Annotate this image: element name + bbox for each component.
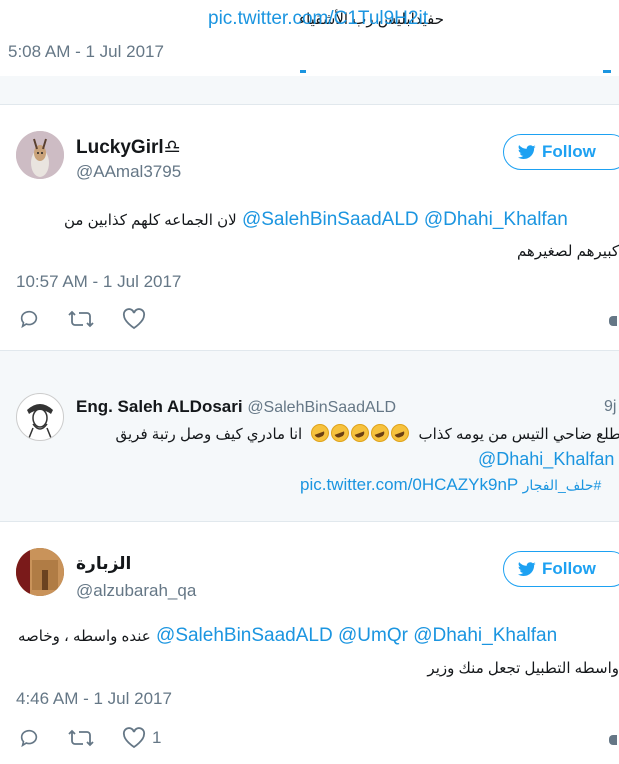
- rofl-emoji-icon: [351, 424, 370, 442]
- rofl-emoji-icon: [331, 424, 350, 442]
- top-tweet-timestamp[interactable]: 5:08 AM - 1 Jul 2017: [8, 42, 164, 62]
- tweet-timestamp[interactable]: 4:46 AM - 1 Jul 2017: [16, 689, 172, 709]
- avatar[interactable]: [16, 548, 64, 596]
- quoted-links: pic.twitter.com/0HCAZYk9nP #حلف_الفجار: [300, 475, 601, 495]
- reply-button[interactable]: [18, 727, 40, 749]
- top-tweet-link-fragment: [300, 70, 306, 73]
- retweet-button[interactable]: [68, 308, 94, 330]
- avatar[interactable]: [16, 131, 64, 179]
- more-icon[interactable]: [609, 316, 617, 326]
- tweet-text-line1: لان الجماعه كلهم كذابين من @SalehBinSaad…: [64, 209, 568, 231]
- quoted-pic-link[interactable]: pic.twitter.com/0HCAZYk9nP: [300, 475, 518, 494]
- top-tweet-link-fragment-right: [603, 70, 611, 73]
- quoted-text-right: طلع ضاحي التيس من يومه كذاب: [418, 426, 619, 443]
- tweet-arabic-text: لان الجماعه كلهم كذابين من: [64, 212, 237, 229]
- like-button[interactable]: 1: [122, 727, 161, 749]
- follow-label: Follow: [542, 559, 596, 578]
- mention-links[interactable]: @SalehBinSaadALD @UmQr @Dhahi_Khalfan: [156, 625, 557, 646]
- quoted-mention[interactable]: @Dhahi_Khalfan: [478, 449, 614, 470]
- quoted-text-line1: طلع ضاحي التيس من يومه كذاب انا مادري كي…: [115, 424, 619, 443]
- mention-links[interactable]: @SalehBinSaadALD @Dhahi_Khalfan: [242, 209, 568, 230]
- follow-button[interactable]: Follow: [503, 551, 619, 587]
- handle[interactable]: @alzubarah_qa: [76, 581, 196, 601]
- heart-icon: [122, 308, 146, 330]
- divider: [0, 521, 619, 522]
- tweet-arabic-text: عنده واسطه ، وخاصه: [18, 628, 151, 645]
- quoted-hashtag[interactable]: #حلف_الفجار: [523, 477, 602, 493]
- rofl-emoji-icon: [371, 424, 390, 442]
- heart-icon: [122, 727, 146, 749]
- tweet-actions: 1: [18, 727, 189, 749]
- retweet-button[interactable]: [68, 727, 94, 749]
- display-name[interactable]: LuckyGirl♎: [76, 136, 181, 159]
- follow-button[interactable]: Follow: [503, 134, 619, 170]
- emoji-row: [310, 424, 410, 443]
- top-tweet-link[interactable]: pic.twitter.com/C1Tul9H2it: [208, 8, 428, 30]
- avatar-gazelle-icon: [16, 131, 64, 179]
- handle[interactable]: @AAmal3795: [76, 162, 181, 182]
- like-button[interactable]: [122, 308, 152, 330]
- reply-icon: [20, 729, 38, 748]
- quoted-handle: @SalehBinSaadALD: [247, 399, 397, 416]
- display-name[interactable]: الزبارة: [76, 554, 131, 574]
- quoted-avatar[interactable]: [16, 393, 64, 441]
- rofl-emoji-icon: [311, 424, 330, 442]
- divider: [0, 104, 619, 105]
- quoted-author[interactable]: Eng. Saleh ALDosari @SalehBinSaadALD: [76, 397, 396, 417]
- like-count: 1: [152, 728, 162, 747]
- bird-icon: [518, 561, 536, 576]
- more-icon[interactable]: [609, 735, 617, 745]
- quoted-time[interactable]: 9j: [604, 398, 616, 416]
- tweet-text-line2: كبيرهم لصغيرهم: [516, 243, 619, 260]
- quoted-text-left: انا مادري كيف وصل رتبة فريق: [115, 426, 303, 443]
- tweet-actions: [18, 308, 180, 330]
- avatar-sketch-icon: [18, 395, 62, 439]
- tweet-text-line1: عنده واسطه ، وخاصه @SalehBinSaadALD @UmQ…: [18, 625, 557, 647]
- reply-icon: [20, 310, 38, 329]
- reply-button[interactable]: [18, 308, 40, 330]
- tweet-timestamp[interactable]: 10:57 AM - 1 Jul 2017: [16, 272, 181, 292]
- follow-label: Follow: [542, 142, 596, 161]
- separator-band: [0, 76, 619, 104]
- tweet-text-line2: واسطه التطبيل تجعل منك وزير: [427, 660, 619, 677]
- bird-icon: [518, 144, 536, 159]
- retweet-icon: [68, 729, 94, 747]
- retweet-icon: [68, 310, 94, 328]
- quoted-display-name: Eng. Saleh ALDosari: [76, 397, 243, 416]
- avatar-fort-icon: [16, 548, 64, 596]
- rofl-emoji-icon: [391, 424, 410, 442]
